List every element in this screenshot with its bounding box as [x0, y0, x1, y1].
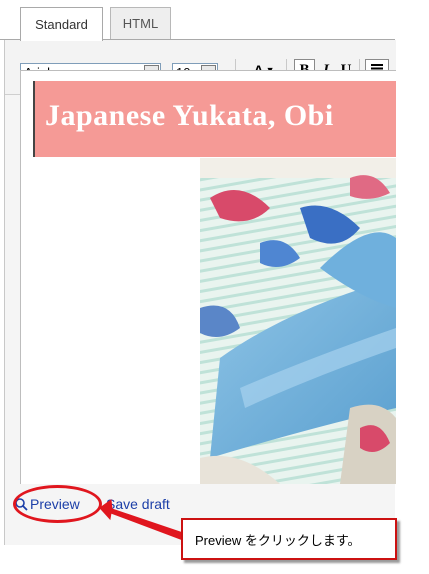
tab-html[interactable]: HTML [110, 7, 171, 39]
yukata-photo [200, 158, 396, 484]
save-draft-link[interactable]: Save draft [106, 496, 170, 512]
editor-content[interactable]: Japanese Yukata, Obi [20, 70, 396, 484]
post-title: Japanese Yukata, Obi [45, 99, 334, 132]
post-title-block: Japanese Yukata, Obi [33, 81, 396, 157]
preview-highlight-ring [13, 485, 102, 523]
instruction-callout: Preview をクリックします。 [181, 518, 397, 560]
callout-text: Preview をクリックします。 [195, 532, 361, 548]
editor-tabs: Standard HTML [0, 0, 395, 41]
tab-standard[interactable]: Standard [20, 7, 103, 41]
